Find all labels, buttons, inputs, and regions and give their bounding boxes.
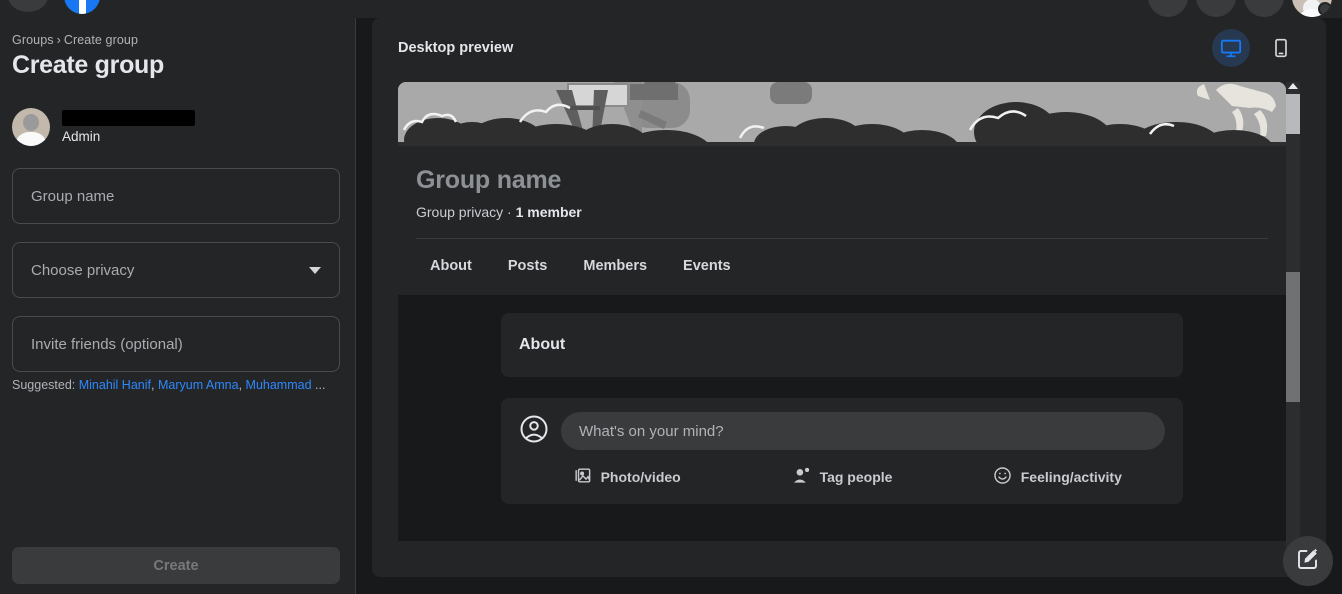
device-toggle (1212, 29, 1300, 67)
admin-name-redacted (62, 110, 195, 126)
desktop-preview-pane: Desktop preview Group name Group privacy… (372, 18, 1326, 577)
group-tabs: About Posts Members Events (398, 239, 1286, 283)
mobile-phone-icon[interactable] (1262, 29, 1300, 67)
scrollbar-thumb[interactable] (1286, 272, 1300, 402)
group-subtitle: Group privacy · 1 member (416, 204, 1268, 220)
composer-actions: Photo/video Tag people Feeling/activity (519, 466, 1165, 488)
tab-members[interactable]: Members (569, 249, 661, 283)
photo-video-label: Photo/video (600, 469, 681, 485)
group-meta: Group name Group privacy · 1 member (398, 146, 1286, 220)
feeling-activity-label: Feeling/activity (1020, 469, 1122, 485)
photo-video-icon (573, 466, 592, 488)
tag-people-button[interactable]: Tag people (734, 466, 949, 488)
suggested-ellipsis[interactable]: ... (315, 378, 325, 392)
breadcrumb-separator: › (56, 33, 61, 47)
photo-video-button[interactable]: Photo/video (519, 466, 734, 488)
preview-scrollbar[interactable] (1286, 82, 1300, 552)
illustration-cover-photo (398, 82, 1286, 146)
group-body: About What's on your mind? Photo/video T… (398, 295, 1286, 541)
tag-people-label: Tag people (819, 469, 893, 485)
suggested-friend-link[interactable]: Muhammad (246, 378, 312, 392)
compose-pencil-icon (1296, 547, 1320, 576)
privacy-placeholder: Choose privacy (31, 261, 135, 279)
separator: · (507, 204, 512, 220)
suggested-label: Suggested: (12, 378, 76, 392)
feeling-activity-button[interactable]: Feeling/activity (950, 466, 1165, 488)
composer-input[interactable]: What's on your mind? (561, 412, 1165, 450)
breadcrumb-groups-link[interactable]: Groups (12, 33, 54, 47)
create-button[interactable]: Create (12, 547, 340, 584)
group-member-count: 1 member (515, 204, 582, 220)
feeling-activity-icon (993, 466, 1012, 488)
suggested-friends: Suggested: Minahil Hanif, Maryum Amna, M… (12, 378, 326, 392)
create-group-sidebar: Groups › Create group Create group Admin G… (0, 18, 356, 594)
menu-grid-icon[interactable] (1148, 0, 1188, 17)
group-name-placeholder: Group name (31, 187, 115, 205)
about-card: About (501, 313, 1183, 377)
admin-role-label: Admin (62, 129, 101, 144)
composer-top-row: What's on your mind? (519, 412, 1165, 450)
facebook-top-bar (0, 0, 1342, 18)
tab-events[interactable]: Events (669, 249, 745, 283)
desktop-monitor-icon[interactable] (1212, 29, 1250, 67)
group-preview-card: Group name Group privacy · 1 member Abou… (398, 82, 1286, 552)
avatar[interactable] (1292, 0, 1332, 17)
post-composer: What's on your mind? Photo/video Tag peo… (501, 398, 1183, 504)
scrollbar-track[interactable] (1286, 94, 1300, 134)
notifications-icon[interactable] (1244, 0, 1284, 17)
group-name-input[interactable]: Group name (12, 168, 340, 224)
search-icon[interactable] (8, 0, 48, 12)
breadcrumb-current: Create group (63, 33, 139, 47)
create-group-page: Groups › Create group Create group Admin G… (0, 0, 1342, 594)
about-card-title: About (519, 336, 566, 353)
group-name-preview: Group name (416, 166, 562, 194)
admin-row: Admin (12, 108, 195, 146)
preview-title: Desktop preview (398, 40, 514, 56)
chevron-down-icon (309, 266, 321, 274)
suggested-friend-link[interactable]: Minahil Hanif (79, 378, 151, 392)
invite-friends-input[interactable]: Invite friends (optional) (12, 316, 340, 372)
facebook-logo[interactable] (64, 0, 100, 14)
breadcrumb: Groups › Create group (12, 33, 138, 47)
chevron-down-icon[interactable] (1318, 2, 1332, 16)
compose-fab-button[interactable] (1283, 536, 1333, 586)
admin-avatar (12, 108, 50, 146)
topbar-actions (1148, 0, 1332, 17)
choose-privacy-select[interactable]: Choose privacy (12, 242, 340, 298)
user-circle-icon (519, 414, 549, 449)
tab-about[interactable]: About (416, 249, 486, 283)
scroll-up-arrow-icon[interactable] (1288, 83, 1298, 89)
tab-posts[interactable]: Posts (494, 249, 562, 283)
group-privacy-text: Group privacy (416, 204, 504, 220)
tag-people-icon (792, 466, 811, 488)
suggested-friend-link[interactable]: Maryum Amna (158, 378, 239, 392)
admin-info: Admin (62, 110, 195, 144)
invite-placeholder: Invite friends (optional) (31, 335, 183, 353)
page-title: Create group (12, 51, 164, 79)
preview-header: Desktop preview (372, 18, 1326, 80)
messenger-icon[interactable] (1196, 0, 1236, 17)
composer-placeholder: What's on your mind? (579, 422, 724, 440)
